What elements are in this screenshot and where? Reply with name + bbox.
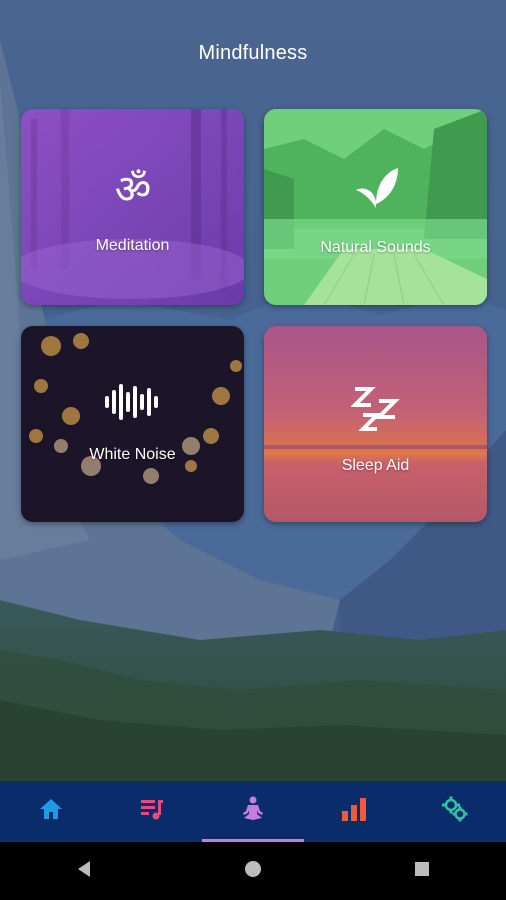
tab-playlist[interactable] xyxy=(101,781,202,842)
white-noise-card[interactable]: White Noise xyxy=(21,326,244,522)
gears-icon xyxy=(441,796,469,827)
meditation-label: Meditation xyxy=(95,237,170,254)
natural-sounds-label: Natural Sounds xyxy=(320,239,431,256)
zzz-icon xyxy=(264,381,487,435)
bottom-tab-bar xyxy=(0,781,506,842)
home-icon xyxy=(38,797,64,826)
tab-meditate[interactable] xyxy=(202,781,304,842)
tab-home[interactable] xyxy=(0,781,101,842)
home-circle-icon xyxy=(244,860,262,883)
leaf-icon xyxy=(264,164,487,212)
home-button[interactable] xyxy=(223,851,283,891)
bar-chart-icon xyxy=(341,797,367,826)
sound-wave-icon xyxy=(21,382,244,422)
natural-sounds-card[interactable]: Natural Sounds xyxy=(264,109,487,305)
recents-button[interactable] xyxy=(392,851,452,891)
tab-stats[interactable] xyxy=(304,781,405,842)
sleep-aid-label: Sleep Aid xyxy=(341,457,410,474)
meditation-card[interactable]: ॐ Meditation xyxy=(21,109,244,305)
back-button[interactable] xyxy=(54,851,114,891)
white-noise-card-background xyxy=(21,326,244,522)
page-title: Mindfulness xyxy=(198,42,308,64)
sleep-aid-card[interactable]: Sleep Aid xyxy=(264,326,487,522)
om-icon: ॐ xyxy=(21,167,244,211)
svg-text:ॐ: ॐ xyxy=(114,167,150,211)
tab-settings[interactable] xyxy=(405,781,506,842)
back-triangle-icon xyxy=(76,860,92,883)
white-noise-label: White Noise xyxy=(89,446,176,463)
recents-square-icon xyxy=(414,861,430,882)
meditation-person-icon xyxy=(240,796,266,827)
music-list-icon xyxy=(140,797,164,826)
system-navigation-bar xyxy=(0,842,506,900)
